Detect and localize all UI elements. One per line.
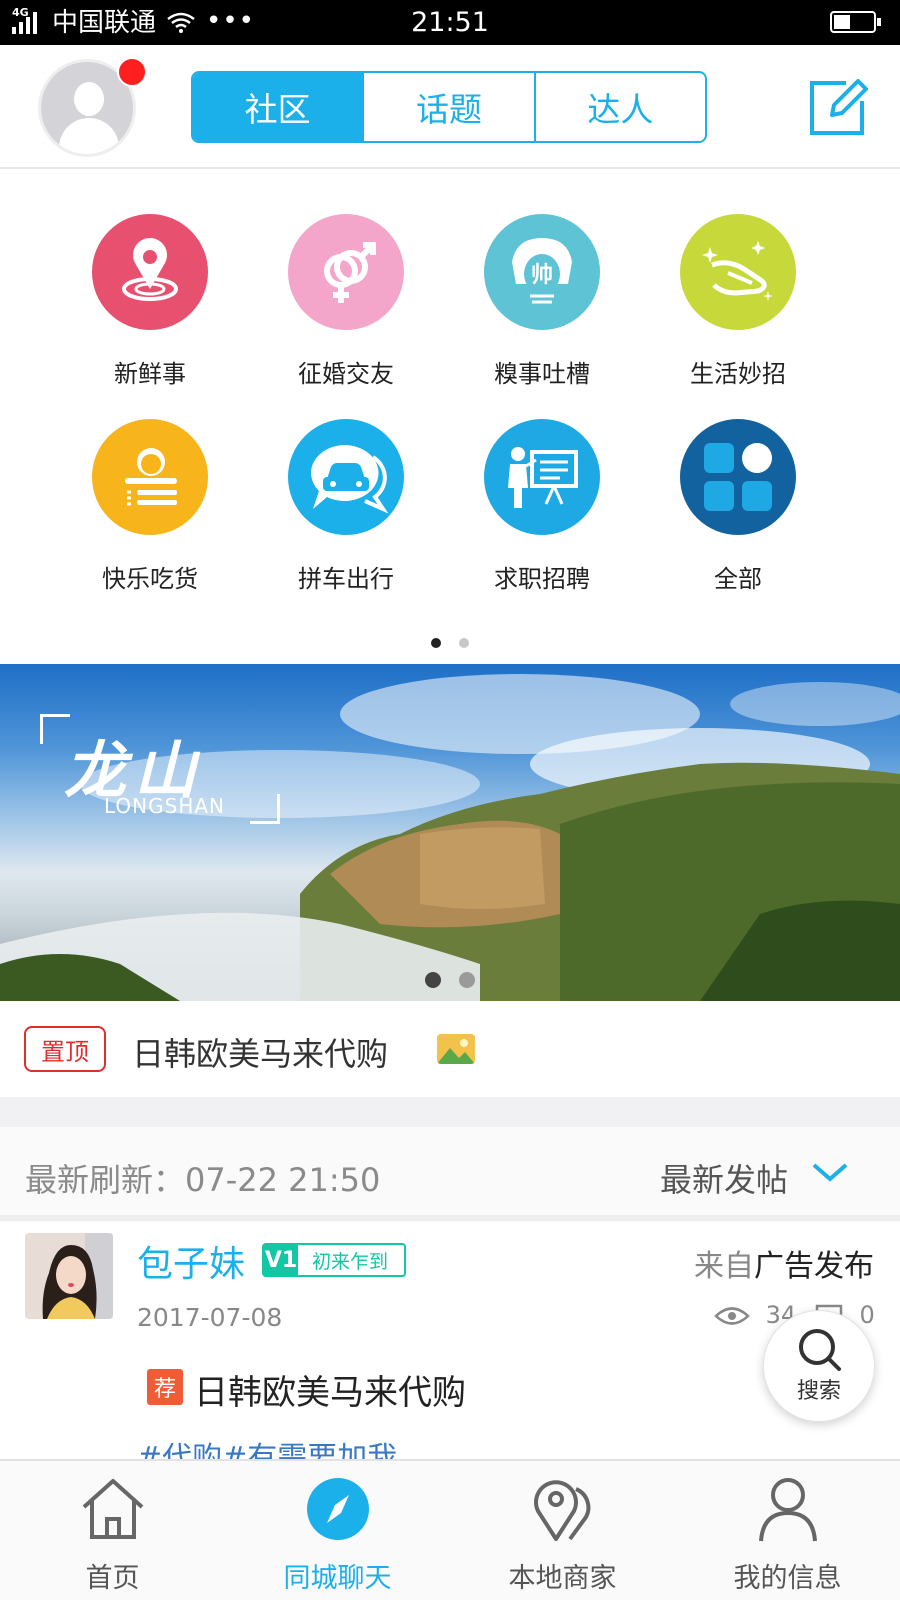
pager-dot-active [431, 638, 442, 648]
sort-dropdown[interactable]: 最新发帖 [660, 1155, 788, 1201]
segment-tabs: 社区 话题 达人 [191, 71, 707, 143]
nav-label: 同城聊天 [283, 1563, 392, 1594]
home-icon [82, 1479, 144, 1539]
post-source: 来自广告发布 [694, 1241, 874, 1285]
svg-text:帅: 帅 [531, 263, 553, 288]
eye-icon [714, 1307, 750, 1325]
recommend-tag: 荐 [147, 1369, 183, 1405]
nav-local-merchants[interactable]: 本地商家 [450, 1461, 675, 1600]
notification-dot [117, 57, 147, 87]
handsome-face-icon: 帅 [484, 214, 600, 330]
category-label: 全部 [714, 565, 762, 593]
compass-icon [307, 1478, 369, 1540]
search-fab[interactable]: 搜索 [763, 1310, 875, 1422]
banner-title-en: LONGSHAN [104, 794, 226, 818]
nav-my-info[interactable]: 我的信息 [675, 1461, 900, 1600]
tab-topics[interactable]: 话题 [362, 73, 533, 141]
category-carpool[interactable]: 拼车出行 [266, 419, 426, 594]
battery-icon [830, 11, 881, 33]
author-name[interactable]: 包子妹 [137, 1235, 245, 1287]
category-label: 求职招聘 [494, 565, 590, 593]
section-divider [0, 1097, 900, 1127]
gender-symbol-icon [288, 214, 404, 330]
status-bar: 4G 中国联通 ••• 21:51 [0, 0, 900, 45]
category-jobs[interactable]: 求职招聘 [462, 419, 622, 594]
presentation-icon [484, 419, 600, 535]
category-label: 糗事吐槽 [494, 360, 590, 388]
level-badge: V1 初来乍到 [262, 1243, 407, 1277]
category-life-tips[interactable]: 生活妙招 [658, 214, 818, 389]
pinned-tag: 置顶 [24, 1026, 106, 1072]
map-pin-icon [534, 1480, 591, 1541]
post-date: 2017-07-08 [137, 1303, 283, 1332]
comment-count: 0 [859, 1301, 875, 1329]
tab-experts[interactable]: 达人 [533, 73, 705, 141]
chevron-down-icon[interactable] [810, 1157, 850, 1187]
source-prefix: 来自 [694, 1249, 754, 1284]
category-pager [0, 633, 900, 652]
nav-city-chat[interactable]: 同城聊天 [225, 1461, 450, 1600]
post-tags[interactable]: #代购#有需要加我 [137, 1433, 397, 1459]
category-label: 快乐吃货 [102, 565, 198, 593]
category-label: 生活妙招 [690, 360, 786, 388]
pinned-post[interactable]: 置顶 日韩欧美马来代购 [0, 1001, 900, 1097]
search-icon [799, 1329, 841, 1371]
car-chat-icon [288, 419, 404, 535]
nav-label: 本地商家 [508, 1563, 617, 1594]
category-dating[interactable]: 征婚交友 [266, 214, 426, 389]
category-label: 新鲜事 [114, 360, 186, 388]
person-icon [759, 1478, 817, 1542]
food-plate-icon [92, 419, 208, 535]
author-avatar[interactable] [25, 1233, 113, 1319]
post-card[interactable]: 包子妹 V1 初来乍到 来自广告发布 2017-07-08 34 0 荐 日韩欧… [0, 1221, 900, 1459]
pager-dot [458, 638, 469, 648]
category-label: 征婚交友 [298, 360, 394, 388]
source-name: 广告发布 [754, 1249, 874, 1284]
pinned-title: 日韩欧美马来代购 [132, 1035, 389, 1073]
top-nav: 社区 话题 达人 [0, 45, 900, 169]
nav-label: 我的信息 [733, 1563, 842, 1594]
category-news[interactable]: 新鲜事 [70, 214, 230, 389]
category-gossip[interactable]: 帅 糗事吐槽 [462, 214, 622, 389]
banner-logo: 龙山 LONGSHAN [40, 714, 280, 824]
post-title[interactable]: 日韩欧美马来代购 [194, 1365, 466, 1414]
nav-home[interactable]: 首页 [0, 1461, 225, 1600]
category-label: 拼车出行 [298, 565, 394, 593]
category-all[interactable]: 全部 [658, 419, 818, 594]
level-number: V1 [264, 1245, 298, 1275]
bottom-nav: 首页 同城聊天 本地商家 我的信息 [0, 1459, 900, 1600]
search-fab-label: 搜索 [796, 1379, 841, 1404]
location-pin-icon [92, 214, 208, 330]
level-title: 初来乍到 [312, 1250, 389, 1273]
nav-label: 首页 [85, 1563, 140, 1594]
sparkle-hand-icon [680, 214, 796, 330]
clock: 21:51 [411, 7, 489, 38]
banner-dot [459, 972, 475, 988]
refresh-time: 最新刷新：07-22 21:50 [25, 1161, 381, 1199]
banner-dot-active [425, 972, 441, 988]
banner-carousel[interactable]: 龙山 LONGSHAN [0, 664, 900, 1001]
apps-grid-icon [680, 419, 796, 535]
image-icon [437, 1034, 475, 1064]
edit-icon[interactable] [808, 77, 868, 137]
feed-header: 最新刷新：07-22 21:50 最新发帖 [0, 1127, 900, 1221]
category-food[interactable]: 快乐吃货 [70, 419, 230, 594]
tab-community[interactable]: 社区 [193, 73, 363, 141]
